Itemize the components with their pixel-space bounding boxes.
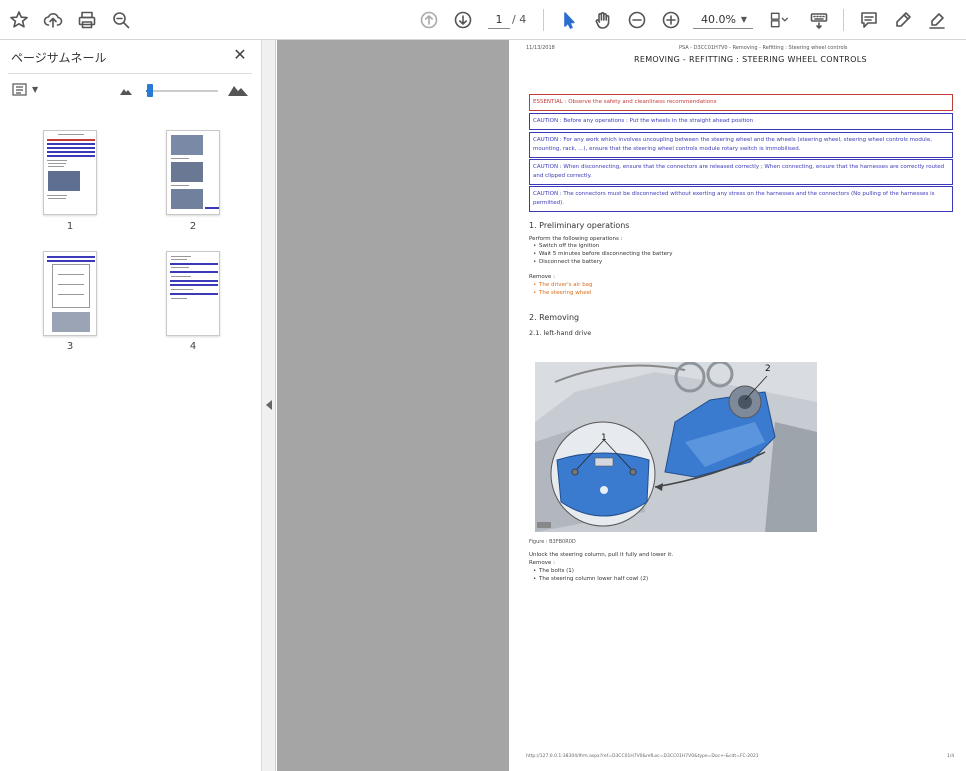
page-footer-number: 1/4 <box>947 754 955 759</box>
zoom-level-value: 40.0% <box>701 13 736 26</box>
remove-label: Remove : <box>529 274 555 280</box>
caution-text: CAUTION : The connectors must be disconn… <box>533 191 935 206</box>
document-viewer[interactable]: 11/13/2018 PSA - D3CC01H7V0 - Removing -… <box>277 40 966 771</box>
thumbnail-options-menu[interactable]: ▼ <box>12 83 40 99</box>
slider-track[interactable] <box>146 90 218 92</box>
panel-title: ページサムネール <box>11 51 107 65</box>
search-zoom-icon[interactable] <box>108 7 134 33</box>
thumbnail-size-slider[interactable] <box>120 83 250 99</box>
zoom-out-icon[interactable] <box>624 7 650 33</box>
slider-handle[interactable] <box>147 84 153 97</box>
thumbnails-panel: ページサムネール ✕ ▼ 1 2 3 4 <box>0 40 262 771</box>
close-icon[interactable]: ✕ <box>231 46 249 64</box>
page-title: REMOVING - REFITTING : STEERING WHEEL CO… <box>634 55 867 64</box>
collapse-arrow-icon <box>266 400 272 410</box>
figure-caption: Figure : B3FB0R0D <box>529 539 576 545</box>
comment-icon[interactable] <box>856 7 882 33</box>
select-cursor-icon[interactable] <box>556 7 582 33</box>
caution-text: CAUTION : When disconnecting, ensure tha… <box>533 164 945 179</box>
bookmark-star-icon[interactable] <box>6 7 32 33</box>
list-item: The bolts (1) <box>533 568 574 574</box>
caution-text: CAUTION : For any work which involves un… <box>533 137 932 152</box>
essential-text: ESSENTIAL : Observe the safety and clean… <box>533 99 717 105</box>
highlight-pen-icon[interactable] <box>890 7 916 33</box>
page-footer-url: http://127.0.0.1:38304/Ifrm.aspx?ref=D3C… <box>526 754 759 759</box>
list-item: Switch off the ignition <box>533 243 599 249</box>
section-intro: Perform the following operations : <box>529 236 623 242</box>
thumbnail-label: 3 <box>66 341 74 352</box>
thumbnail-label: 2 <box>189 221 197 232</box>
caution-box: CAUTION : The connectors must be disconn… <box>529 186 953 212</box>
chevron-down-icon: ▼ <box>32 85 39 94</box>
steering-column-illustration <box>535 362 817 532</box>
next-page-icon[interactable] <box>450 7 476 33</box>
zoom-in-icon[interactable] <box>658 7 684 33</box>
hand-tool-icon[interactable] <box>590 7 616 33</box>
print-icon[interactable] <box>74 7 100 33</box>
keyboard-scroll-icon[interactable] <box>806 7 832 33</box>
document-page: 11/13/2018 PSA - D3CC01H7V0 - Removing -… <box>509 40 966 771</box>
page-display-icon[interactable] <box>764 7 794 33</box>
page-total-label: / 4 <box>512 13 527 26</box>
instruction-text: Unlock the steering column, pull it full… <box>529 552 674 558</box>
caution-text: CAUTION : Before any operations : Put th… <box>533 118 754 124</box>
toolbar-divider <box>543 9 544 31</box>
previous-page-icon[interactable] <box>416 7 442 33</box>
section-heading: 1. Preliminary operations <box>529 221 630 230</box>
figure-callout-1: 1 <box>601 433 607 443</box>
essential-notice: ESSENTIAL : Observe the safety and clean… <box>529 94 953 111</box>
large-thumbnail-icon <box>228 86 248 96</box>
page-number-input[interactable] <box>488 11 510 29</box>
page-thumbnail-3[interactable] <box>43 251 97 336</box>
upload-cloud-icon[interactable] <box>40 7 66 33</box>
list-item: Disconnect the battery <box>533 259 602 265</box>
page-thumbnail-2[interactable] <box>166 130 220 215</box>
list-item: The steering column lower half cowl (2) <box>533 576 648 582</box>
panel-divider <box>8 73 252 74</box>
thumbnail-label: 1 <box>66 221 74 232</box>
toolbar-divider <box>843 9 844 31</box>
page-date: 11/13/2018 <box>526 45 555 51</box>
collapse-panel-handle[interactable] <box>262 40 276 771</box>
subsection-heading: 2.1. left-hand drive <box>529 329 592 337</box>
page-header: PSA - D3CC01H7V0 - Removing - Refitting … <box>679 45 848 51</box>
remove-label: Remove : <box>529 560 555 566</box>
link-steering-wheel[interactable]: The steering wheel <box>533 290 592 296</box>
page-thumbnail-4[interactable] <box>166 251 220 336</box>
link-drivers-airbag[interactable]: The driver's air bag <box>533 282 592 288</box>
caution-box: CAUTION : For any work which involves un… <box>529 132 953 158</box>
thumbnail-label: 4 <box>189 341 197 352</box>
caution-box: CAUTION : Before any operations : Put th… <box>529 113 953 130</box>
page-thumbnail-1[interactable] <box>43 130 97 215</box>
zoom-level-select[interactable]: 40.0% ▼ <box>693 11 753 29</box>
sign-icon[interactable] <box>924 7 950 33</box>
section-heading: 2. Removing <box>529 313 580 322</box>
caution-box: CAUTION : When disconnecting, ensure tha… <box>529 159 953 185</box>
chevron-down-icon: ▼ <box>740 15 747 24</box>
steering-column-figure: 1 2 <box>535 362 817 532</box>
figure-callout-2: 2 <box>765 364 771 374</box>
options-list-icon <box>12 83 27 96</box>
list-item: Wait 5 minutes before disconnecting the … <box>533 251 672 257</box>
small-thumbnail-icon <box>120 89 132 95</box>
toolbar: / 4 40.0% ▼ <box>0 0 966 40</box>
